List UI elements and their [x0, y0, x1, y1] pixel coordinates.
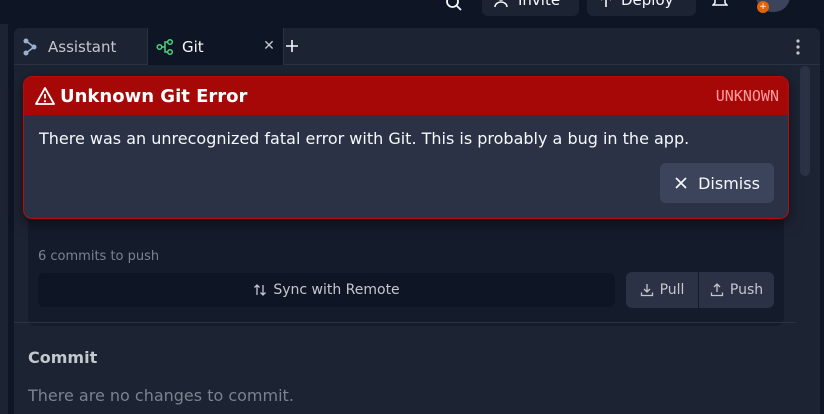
git-icon [156, 38, 174, 55]
invite-button[interactable]: Invite [482, 0, 579, 16]
bell-icon [712, 0, 728, 6]
no-changes-message: There are no changes to commit. [28, 386, 294, 405]
warning-icon [35, 87, 55, 105]
new-tab-button[interactable] [280, 34, 304, 58]
search-button[interactable] [436, 0, 472, 20]
error-code: UNKNOWN [715, 87, 779, 105]
tab-assistant-label: Assistant [48, 37, 117, 56]
deploy-icon [601, 0, 611, 7]
commits-to-push: 6 commits to push [38, 249, 160, 264]
error-header: Unknown Git Error UNKNOWN [24, 77, 788, 115]
error-message: There was an unrecognized fatal error wi… [39, 129, 690, 148]
user-plus-icon [494, 0, 508, 8]
close-tab-icon[interactable]: ✕ [261, 38, 277, 54]
pane-menu-button[interactable] [790, 36, 806, 58]
commit-heading: Commit [28, 348, 98, 367]
push-label: Push [729, 282, 764, 298]
scrollbar-thumb[interactable] [800, 66, 810, 176]
plus-icon [286, 40, 298, 52]
pull-icon [640, 284, 653, 297]
error-alert: Unknown Git Error UNKNOWN There was an u… [23, 76, 789, 219]
sync-arrows-icon [254, 284, 267, 296]
more-vertical-icon [796, 39, 800, 55]
dismiss-button[interactable]: Dismiss [660, 163, 774, 203]
search-icon [446, 0, 462, 11]
scrollbar[interactable] [800, 66, 810, 414]
push-icon [710, 283, 724, 297]
push-button[interactable]: Push [699, 272, 774, 308]
sync-label: Sync with Remote [273, 282, 400, 298]
tab-git-label: Git [182, 37, 204, 56]
section-divider [14, 322, 796, 323]
avatar-badge: + [757, 1, 769, 13]
dismiss-label: Dismiss [698, 173, 760, 193]
tab-git[interactable]: Git ✕ [148, 28, 284, 65]
tab-assistant[interactable]: Assistant [14, 28, 148, 65]
close-icon [675, 177, 687, 189]
top-bar: Invite Deploy + [0, 0, 824, 24]
deploy-button[interactable]: Deploy [587, 0, 696, 16]
tab-bar: Assistant Git ✕ [14, 28, 820, 65]
error-title: Unknown Git Error [60, 86, 248, 107]
pull-label: Pull [659, 282, 685, 298]
invite-label: Invite [518, 0, 561, 9]
assistant-icon [23, 38, 37, 55]
deploy-label: Deploy [621, 0, 674, 9]
notifications-button[interactable] [706, 0, 734, 14]
left-pane-edge [0, 24, 8, 414]
sync-with-remote-button[interactable]: Sync with Remote [38, 273, 615, 307]
pull-button[interactable]: Pull [626, 272, 698, 308]
